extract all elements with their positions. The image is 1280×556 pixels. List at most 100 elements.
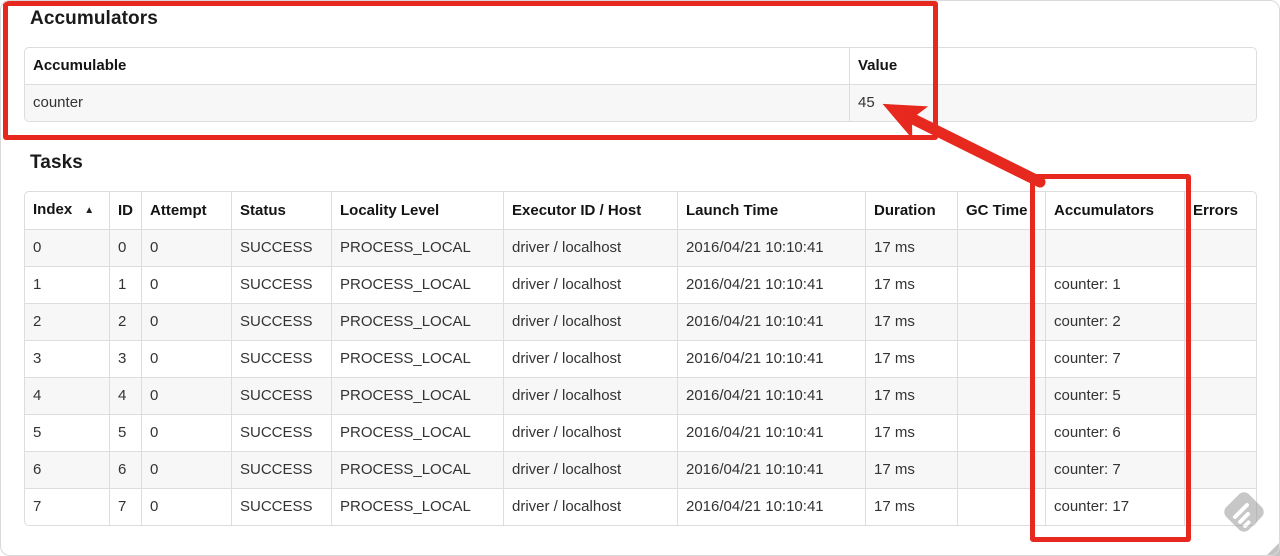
table-row: 1 1 0 SUCCESS PROCESS_LOCAL driver / localhos… <box>25 267 1256 304</box>
cell-status: SUCCESS <box>231 378 331 415</box>
cell-index: 6 <box>25 452 109 489</box>
cell-errors <box>1184 452 1256 489</box>
column-header-value[interactable]: Value <box>849 48 1256 85</box>
cell-id: 1 <box>109 267 141 304</box>
column-header-errors[interactable]: Errors <box>1184 192 1256 230</box>
cell-duration: 17 ms <box>865 415 957 452</box>
cell-gc-time <box>957 452 1045 489</box>
cell-status: SUCCESS <box>231 267 331 304</box>
cell-launch-time: 2016/04/21 10:10:41 <box>677 304 865 341</box>
cell-locality-level: PROCESS_LOCAL <box>331 230 503 267</box>
cell-attempt: 0 <box>141 304 231 341</box>
cell-launch-time: 2016/04/21 10:10:41 <box>677 341 865 378</box>
cell-status: SUCCESS <box>231 452 331 489</box>
cell-accumulators: counter: 17 <box>1045 489 1184 525</box>
cell-gc-time <box>957 378 1045 415</box>
cell-index: 1 <box>25 267 109 304</box>
cell-index: 4 <box>25 378 109 415</box>
table-row: 5 5 0 SUCCESS PROCESS_LOCAL driver / localhos… <box>25 415 1256 452</box>
cell-duration: 17 ms <box>865 341 957 378</box>
cell-launch-time: 2016/04/21 10:10:41 <box>677 378 865 415</box>
cell-attempt: 0 <box>141 230 231 267</box>
cell-status: SUCCESS <box>231 489 331 525</box>
table-row: counter 45 <box>25 85 1256 121</box>
cell-accumulators: counter: 7 <box>1045 452 1184 489</box>
column-header-index[interactable]: Index ▲ <box>25 192 109 230</box>
cell-accumulators: counter: 5 <box>1045 378 1184 415</box>
cell-status: SUCCESS <box>231 304 331 341</box>
cell-index: 2 <box>25 304 109 341</box>
corner-watermark-fragment <box>1266 542 1280 556</box>
column-header-launch-time[interactable]: Launch Time <box>677 192 865 230</box>
table-row: 2 2 0 SUCCESS PROCESS_LOCAL driver / localhos… <box>25 304 1256 341</box>
table-row: 0 0 0 SUCCESS PROCESS_LOCAL driver / localhos… <box>25 230 1256 267</box>
cell-attempt: 0 <box>141 267 231 304</box>
column-header-attempt[interactable]: Attempt <box>141 192 231 230</box>
cell-executor-id-host: driver / localhost <box>503 489 677 525</box>
column-header-status[interactable]: Status <box>231 192 331 230</box>
cell-attempt: 0 <box>141 452 231 489</box>
cell-gc-time <box>957 230 1045 267</box>
column-header-executor-id-host[interactable]: Executor ID / Host <box>503 192 677 230</box>
cell-launch-time: 2016/04/21 10:10:41 <box>677 267 865 304</box>
column-header-accumulable[interactable]: Accumulable <box>25 48 849 85</box>
cell-status: SUCCESS <box>231 230 331 267</box>
cell-locality-level: PROCESS_LOCAL <box>331 452 503 489</box>
column-header-gc-time[interactable]: GC Time <box>957 192 1045 230</box>
cell-errors <box>1184 415 1256 452</box>
cell-status: SUCCESS <box>231 415 331 452</box>
cell-id: 5 <box>109 415 141 452</box>
cell-duration: 17 ms <box>865 267 957 304</box>
column-header-id[interactable]: ID <box>109 192 141 230</box>
cell-executor-id-host: driver / localhost <box>503 378 677 415</box>
cell-id: 2 <box>109 304 141 341</box>
cell-accumulators: counter: 7 <box>1045 341 1184 378</box>
cell-attempt: 0 <box>141 378 231 415</box>
cell-index: 0 <box>25 230 109 267</box>
cell-gc-time <box>957 304 1045 341</box>
cell-id: 0 <box>109 230 141 267</box>
table-row: 4 4 0 SUCCESS PROCESS_LOCAL driver / localhos… <box>25 378 1256 415</box>
cell-locality-level: PROCESS_LOCAL <box>331 304 503 341</box>
cell-index: 3 <box>25 341 109 378</box>
cell-locality-level: PROCESS_LOCAL <box>331 415 503 452</box>
cell-errors <box>1184 230 1256 267</box>
cell-launch-time: 2016/04/21 10:10:41 <box>677 415 865 452</box>
cell-executor-id-host: driver / localhost <box>503 341 677 378</box>
cell-duration: 17 ms <box>865 230 957 267</box>
cell-executor-id-host: driver / localhost <box>503 304 677 341</box>
accumulators-heading: Accumulators <box>30 8 158 29</box>
cell-errors <box>1184 489 1256 525</box>
cell-locality-level: PROCESS_LOCAL <box>331 341 503 378</box>
cell-gc-time <box>957 415 1045 452</box>
column-header-locality-level[interactable]: Locality Level <box>331 192 503 230</box>
cell-index: 5 <box>25 415 109 452</box>
cell-executor-id-host: driver / localhost <box>503 267 677 304</box>
cell-locality-level: PROCESS_LOCAL <box>331 489 503 525</box>
cell-errors <box>1184 378 1256 415</box>
cell-gc-time <box>957 489 1045 525</box>
cell-id: 6 <box>109 452 141 489</box>
cell-gc-time <box>957 341 1045 378</box>
cell-launch-time: 2016/04/21 10:10:41 <box>677 452 865 489</box>
tasks-table: Index ▲ ID Attempt Status Locality Level Execu… <box>24 191 1257 526</box>
cell-id: 3 <box>109 341 141 378</box>
cell-executor-id-host: driver / localhost <box>503 230 677 267</box>
sort-ascending-icon: ▲ <box>84 205 95 216</box>
cell-accumulators: counter: 6 <box>1045 415 1184 452</box>
table-row: 6 6 0 SUCCESS PROCESS_LOCAL driver / localhos… <box>25 452 1256 489</box>
cell-attempt: 0 <box>141 489 231 525</box>
cell-launch-time: 2016/04/21 10:10:41 <box>677 230 865 267</box>
cell-locality-level: PROCESS_LOCAL <box>331 378 503 415</box>
cell-id: 7 <box>109 489 141 525</box>
cell-duration: 17 ms <box>865 378 957 415</box>
cell-errors <box>1184 341 1256 378</box>
cell-value: 45 <box>849 85 1256 121</box>
column-header-accumulators[interactable]: Accumulators <box>1045 192 1184 230</box>
table-row: 7 7 0 SUCCESS PROCESS_LOCAL driver / localhos… <box>25 489 1256 525</box>
column-header-duration[interactable]: Duration <box>865 192 957 230</box>
cell-attempt: 0 <box>141 341 231 378</box>
cell-accumulable: counter <box>25 85 849 121</box>
cell-accumulators: counter: 2 <box>1045 304 1184 341</box>
cell-errors <box>1184 267 1256 304</box>
